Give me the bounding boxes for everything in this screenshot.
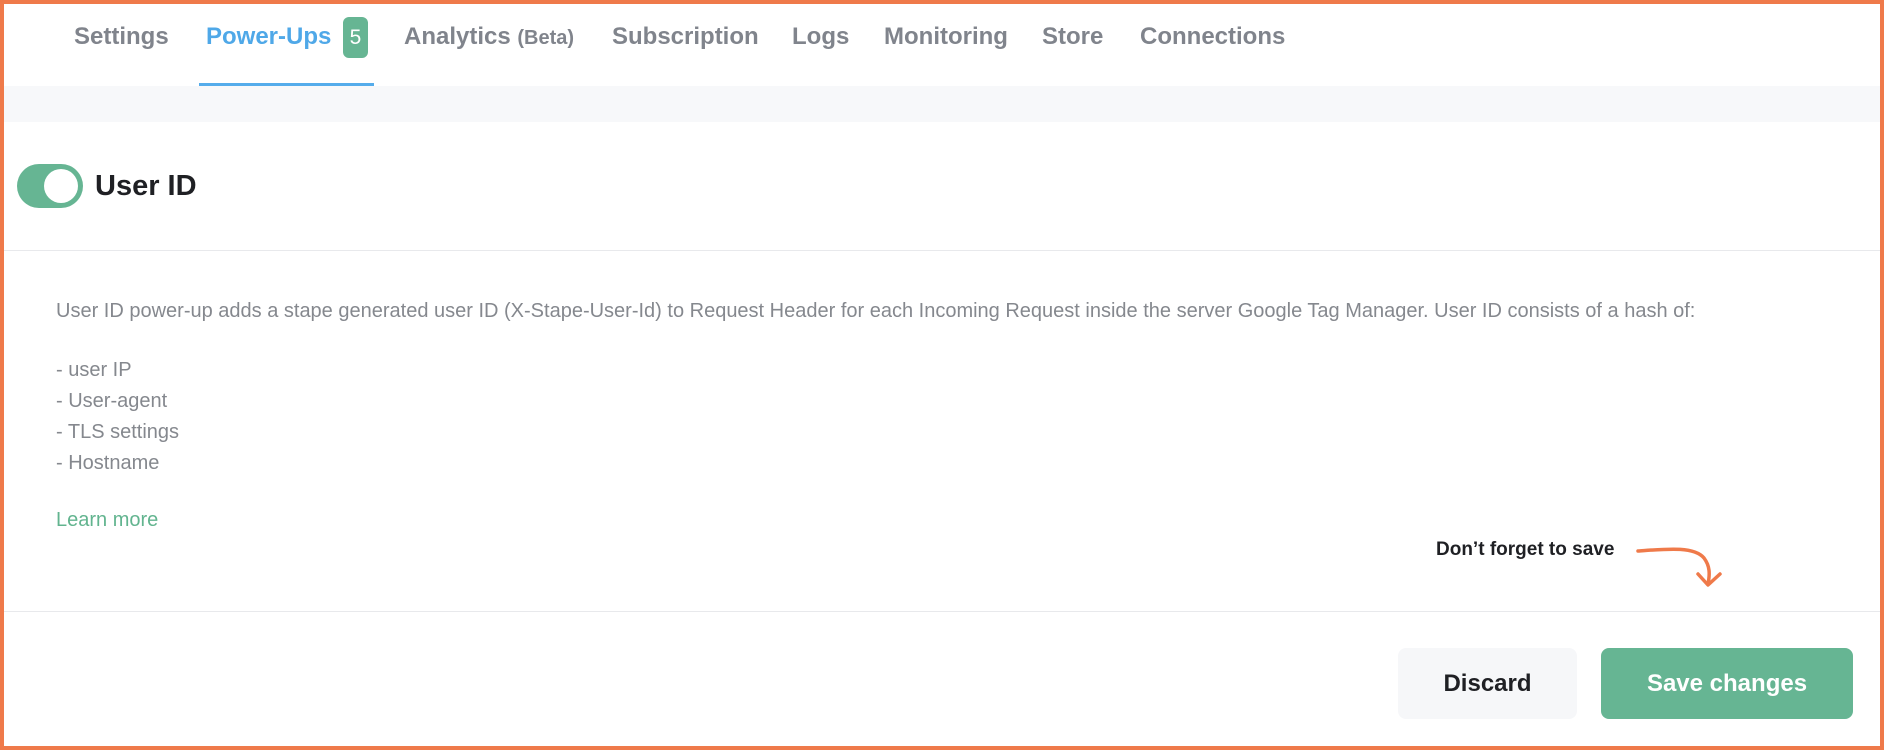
tab-label: Settings: [74, 23, 169, 50]
tab-label: Monitoring: [884, 23, 1008, 50]
user-id-toggle[interactable]: [17, 164, 83, 208]
save-reminder-text: Don’t forget to save: [1436, 539, 1615, 560]
section-band: [4, 86, 1880, 122]
tab-analytics[interactable]: Analytics (Beta): [404, 20, 574, 55]
discard-button[interactable]: Discard: [1398, 648, 1577, 719]
tab-label: Analytics: [404, 23, 511, 50]
power-ups-count-badge: 5: [343, 17, 368, 58]
list-item: - User-agent: [56, 390, 168, 412]
tab-logs[interactable]: Logs: [792, 20, 849, 54]
header-divider: [4, 250, 1880, 251]
tab-monitoring[interactable]: Monitoring: [884, 20, 1008, 54]
tab-power-ups[interactable]: Power-Ups: [206, 20, 331, 54]
tab-settings[interactable]: Settings: [74, 20, 169, 54]
list-item: - Hostname: [56, 452, 160, 474]
tab-label: Connections: [1140, 23, 1286, 50]
tab-subscription[interactable]: Subscription: [612, 20, 759, 54]
power-up-title: User ID: [95, 170, 197, 202]
list-item: - TLS settings: [56, 421, 180, 443]
curved-arrow-icon: [1636, 547, 1722, 587]
tab-label: Logs: [792, 23, 850, 50]
tab-label: Subscription: [612, 23, 759, 50]
tab-store[interactable]: Store: [1042, 20, 1103, 54]
tab-label: Power-Ups: [206, 23, 332, 50]
tab-bar: Settings Power-Ups 5 Analytics (Beta) Su…: [0, 0, 1884, 86]
beta-label: (Beta): [517, 27, 575, 49]
power-up-description: User ID power-up adds a stape generated …: [56, 300, 1696, 322]
toggle-knob: [44, 169, 78, 203]
tab-label: Store: [1042, 23, 1104, 50]
learn-more-link[interactable]: Learn more: [56, 507, 158, 533]
hash-items-list: - user IP - User-agent - TLS settings - …: [56, 357, 179, 481]
list-item: - user IP: [56, 359, 132, 381]
footer-divider: [4, 611, 1880, 612]
tab-connections[interactable]: Connections: [1140, 20, 1285, 54]
save-changes-button[interactable]: Save changes: [1601, 648, 1853, 719]
